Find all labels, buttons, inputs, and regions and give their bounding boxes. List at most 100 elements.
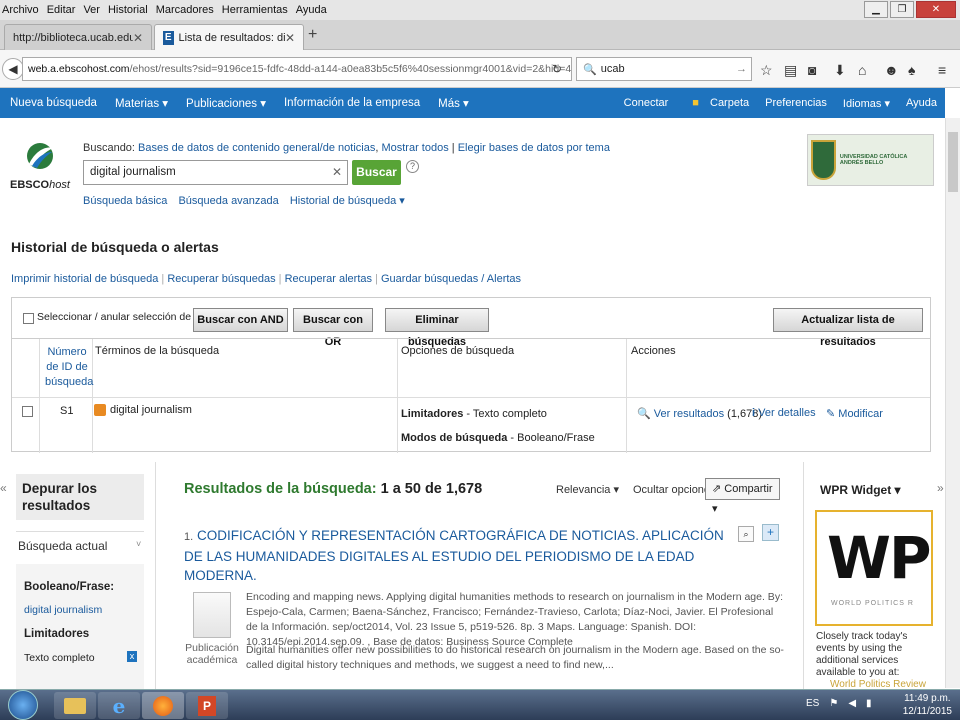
add-to-folder-icon[interactable]: +: [762, 524, 779, 541]
action-center-icon[interactable]: ▮: [866, 698, 872, 709]
rss-icon[interactable]: [94, 404, 106, 417]
select-all-checkbox[interactable]: [23, 313, 34, 324]
nav-materias[interactable]: Materias ▾: [115, 96, 168, 110]
menu-bar: Archivo Editar Ver Historial Marcadores …: [0, 0, 960, 20]
advanced-search-link[interactable]: Búsqueda avanzada: [178, 195, 278, 207]
system-tray: ES ⚑ ◀ ▮: [806, 698, 872, 709]
menu-archivo[interactable]: Archivo: [2, 4, 39, 16]
retrieve-searches-link[interactable]: Recuperar búsquedas: [167, 273, 275, 285]
tab-results[interactable]: E Lista de resultados: digital j... ✕: [154, 24, 304, 50]
view-details-link[interactable]: Ver detalles: [758, 407, 815, 419]
menu-editar[interactable]: Editar: [47, 4, 76, 16]
nav-conectar[interactable]: Conectar: [624, 97, 669, 109]
minimize-button[interactable]: ▁: [864, 1, 888, 18]
nav-carpeta[interactable]: ■ Carpeta: [684, 97, 749, 109]
menu-historial[interactable]: Historial: [108, 4, 148, 16]
mostrar-todos-link[interactable]: Mostrar todos: [381, 142, 448, 154]
collapse-left-icon[interactable]: «: [0, 481, 7, 495]
help-icon[interactable]: ?: [406, 160, 419, 173]
bookmark-star-icon[interactable]: ☆: [760, 62, 773, 79]
close-tab-icon[interactable]: ✕: [285, 31, 295, 45]
maximize-button[interactable]: ❐: [890, 1, 914, 18]
nav-nueva-busqueda[interactable]: Nueva búsqueda: [10, 97, 97, 109]
pocket-icon[interactable]: ◙: [808, 62, 816, 78]
back-icon[interactable]: ◀: [2, 58, 24, 80]
nav-mas[interactable]: Más ▾: [438, 96, 469, 110]
result-1-abstract: Digital humanities offer new possibiliti…: [246, 644, 784, 671]
elegir-bases-link[interactable]: Elegir bases de datos por tema: [458, 142, 610, 154]
page-scrollbar[interactable]: [945, 118, 960, 688]
nav-preferencias[interactable]: Preferencias: [765, 97, 827, 109]
nav-idiomas[interactable]: Idiomas ▾: [843, 97, 890, 110]
tab-bar: http://biblioteca.ucab.edu.ve/ ✕ E Lista…: [0, 20, 960, 50]
tab-biblioteca[interactable]: http://biblioteca.ucab.edu.ve/ ✕: [4, 24, 152, 50]
file-explorer-icon[interactable]: [54, 692, 96, 719]
download-icon[interactable]: ⬇: [834, 62, 846, 79]
network-icon[interactable]: ⚑: [829, 698, 838, 709]
close-window-button[interactable]: ✕: [916, 1, 956, 18]
bool-value[interactable]: digital journalism: [24, 604, 102, 616]
collapse-right-icon[interactable]: »: [937, 481, 944, 495]
extension-icon[interactable]: ♠: [908, 62, 915, 78]
basic-search-link[interactable]: Búsqueda básica: [83, 195, 167, 207]
remove-limiter-icon[interactable]: x: [127, 651, 137, 662]
windows-start-icon[interactable]: [8, 690, 38, 720]
relevance-dropdown[interactable]: Relevancia ▾: [556, 483, 619, 496]
close-tab-icon[interactable]: ✕: [133, 31, 143, 45]
modify-link[interactable]: Modificar: [838, 408, 883, 420]
url-bar[interactable]: web.a.ebscohost.com/ehost/results?sid=91…: [22, 57, 572, 81]
share-button[interactable]: ⇗ Compartir ▾: [705, 478, 780, 515]
update-results-button[interactable]: Actualizar lista de resultados: [773, 308, 923, 348]
reload-icon[interactable]: ↻: [552, 62, 562, 76]
menu-marcadores[interactable]: Marcadores: [156, 4, 214, 16]
search-input[interactable]: digital journalism ✕: [83, 160, 348, 185]
header-actions: Acciones: [631, 345, 676, 357]
print-history-link[interactable]: Imprimir historial de búsqueda: [11, 273, 158, 285]
save-searches-link[interactable]: Guardar búsquedas / Alertas: [381, 273, 521, 285]
databases-link[interactable]: Bases de datos de contenido general/de n…: [138, 142, 375, 154]
retrieve-alerts-link[interactable]: Recuperar alertas: [285, 273, 372, 285]
search-go-icon[interactable]: →: [736, 63, 747, 75]
clock[interactable]: 11:49 p.m. 12/11/2015: [903, 692, 952, 718]
browser-search-input[interactable]: 🔍 ucab →: [576, 57, 752, 81]
nav-informacion-empresa[interactable]: Información de la empresa: [284, 97, 420, 109]
firefox-icon[interactable]: [142, 692, 184, 719]
wpr-logo-box[interactable]: WP WORLD POLITICS R: [815, 510, 933, 626]
modify-action[interactable]: ✎ Modificar: [826, 407, 883, 420]
internet-explorer-icon[interactable]: e: [98, 692, 140, 719]
search-button[interactable]: Buscar: [352, 160, 401, 185]
chevron-down-icon[interactable]: ˅: [136, 539, 141, 549]
search-history-link[interactable]: Historial de búsqueda ▾: [290, 195, 405, 207]
menu-icon[interactable]: ≡: [938, 62, 946, 78]
view-results-link[interactable]: Ver resultados: [654, 408, 724, 420]
result-1-title[interactable]: 1. CODIFICACIÓN Y REPRESENTACIÓN CARTOGR…: [184, 526, 724, 585]
delete-searches-button[interactable]: Eliminar búsquedas: [385, 308, 489, 348]
menu-ver[interactable]: Ver: [83, 4, 100, 16]
nav-publicaciones[interactable]: Publicaciones ▾: [186, 96, 266, 110]
powerpoint-icon[interactable]: P: [186, 692, 228, 719]
clear-search-icon[interactable]: ✕: [332, 165, 342, 179]
new-tab-icon[interactable]: +: [308, 26, 317, 44]
preview-magnifier-icon[interactable]: ⌕: [738, 526, 754, 542]
view-results-action[interactable]: 🔍 Ver resultados (1,678): [637, 407, 762, 420]
home-icon[interactable]: ⌂: [858, 62, 866, 78]
results-heading: Resultados de la búsqueda: 1 a 50 de 1,6…: [184, 481, 482, 497]
wpr-widget-title[interactable]: WPR Widget ▾: [820, 483, 901, 497]
header-id[interactable]: Número de ID de búsqueda: [45, 345, 93, 390]
nav-ayuda[interactable]: Ayuda: [906, 97, 937, 109]
menu-herramientas[interactable]: Herramientas: [222, 4, 288, 16]
ebsco-logo[interactable]: EBSCOhost: [10, 138, 70, 194]
volume-icon[interactable]: ◀: [848, 698, 856, 709]
current-search-heading[interactable]: Búsqueda actual: [18, 539, 107, 553]
row-checkbox[interactable]: [22, 406, 33, 417]
language-indicator[interactable]: ES: [806, 698, 819, 709]
scrollbar-thumb[interactable]: [948, 132, 958, 192]
reading-list-icon[interactable]: ▤: [784, 62, 797, 79]
result-title-text[interactable]: CODIFICACIÓN Y REPRESENTACIÓN CARTOGRÁFI…: [184, 528, 724, 583]
menu-ayuda[interactable]: Ayuda: [296, 4, 327, 16]
search-term: digital journalism: [110, 404, 192, 416]
chat-icon[interactable]: ☻: [884, 62, 899, 78]
view-details-action[interactable]: i Ver detalles: [752, 407, 816, 419]
search-or-button[interactable]: Buscar con OR: [293, 308, 373, 348]
search-and-button[interactable]: Buscar con AND: [193, 308, 288, 332]
